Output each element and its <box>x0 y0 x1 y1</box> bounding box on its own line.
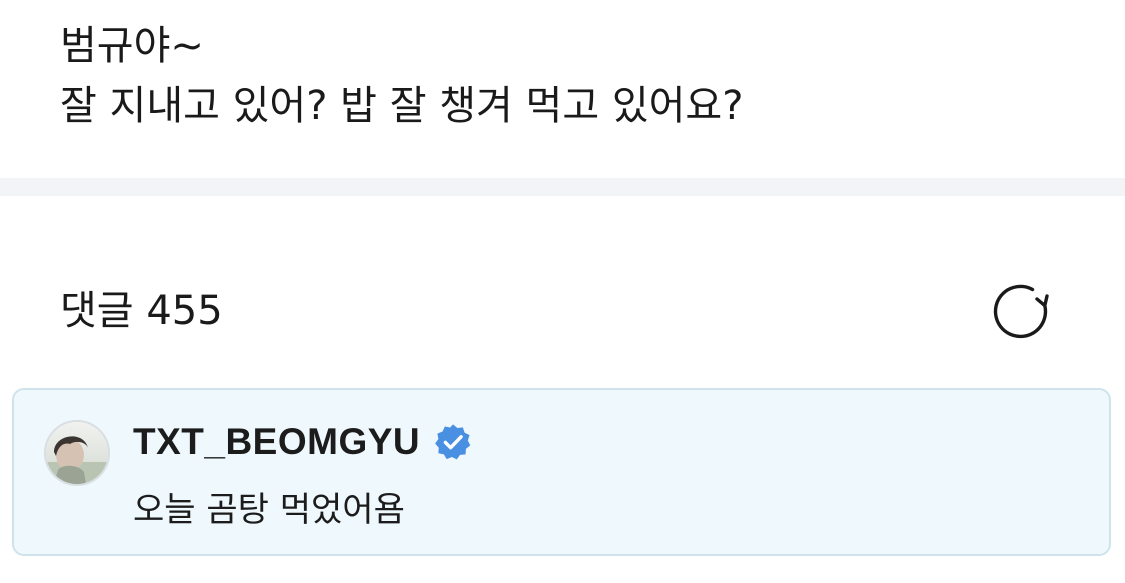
comment-count-header: 댓글 455 <box>60 288 223 334</box>
avatar[interactable] <box>44 420 110 486</box>
verified-badge-icon <box>434 423 472 461</box>
comment-author-row: TXT_BEOMGYU <box>133 418 472 466</box>
refresh-icon <box>993 284 1049 339</box>
comment-author-name[interactable]: TXT_BEOMGYU <box>133 421 420 463</box>
post-text-line-2: 잘 지내고 있어? 밥 잘 챙겨 먹고 있어요? <box>60 83 744 129</box>
post-text-line-1: 범규야~ <box>60 23 204 69</box>
refresh-button[interactable] <box>992 282 1056 342</box>
section-divider <box>0 178 1125 196</box>
comment-card: TXT_BEOMGYU 오늘 곰탕 먹었어욤 <box>12 388 1111 556</box>
comment-text: 오늘 곰탕 먹었어욤 <box>133 490 405 530</box>
post-body: 범규야~ 잘 지내고 있어? 밥 잘 챙겨 먹고 있어요? <box>60 18 1080 134</box>
